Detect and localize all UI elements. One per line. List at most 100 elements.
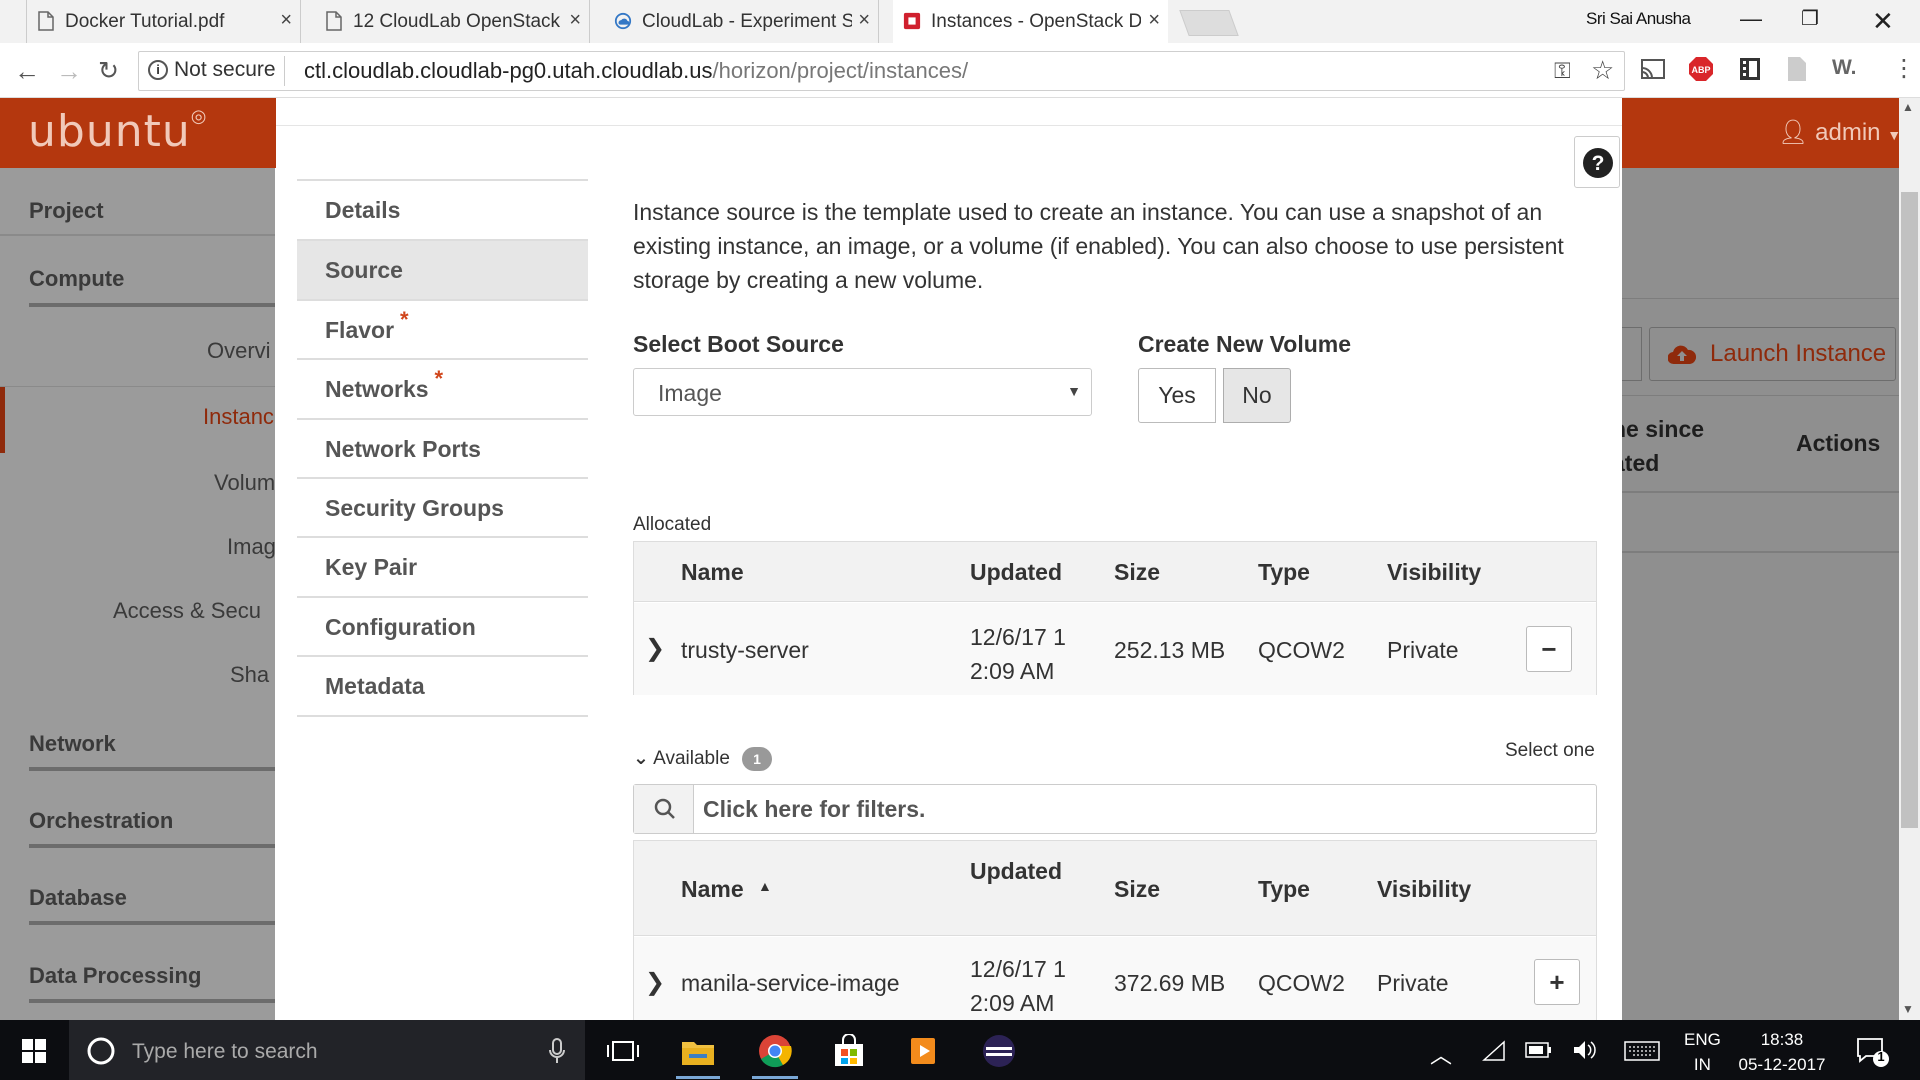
key-icon[interactable]: ⚿ bbox=[1554, 58, 1571, 84]
file-explorer-icon[interactable] bbox=[681, 1036, 715, 1066]
wizard-step-configuration[interactable]: Configuration bbox=[297, 596, 588, 656]
tab-cloudlab-openstack[interactable]: 12 CloudLab OpenStack × bbox=[315, 0, 590, 43]
show-hidden-icons[interactable]: ︿ bbox=[1430, 1038, 1452, 1070]
tab-docker-tutorial[interactable]: Docker Tutorial.pdf × bbox=[26, 0, 301, 43]
wizard-step-source[interactable]: Source bbox=[297, 239, 588, 299]
create-volume-yes-button[interactable]: Yes bbox=[1138, 368, 1216, 423]
sidebar-project[interactable]: Project bbox=[29, 198, 104, 224]
tab-instances-openstack[interactable]: Instances - OpenStack D × bbox=[893, 0, 1168, 43]
column-visibility[interactable]: Visibility bbox=[1387, 559, 1481, 586]
user-menu[interactable]: 👤︎ admin ▼ bbox=[1778, 118, 1901, 147]
task-view-icon[interactable] bbox=[607, 1040, 639, 1062]
restore-icon[interactable]: ❐ bbox=[1801, 6, 1819, 31]
scroll-down-icon[interactable]: ▼ bbox=[1902, 1002, 1914, 1016]
sidebar-data-processing[interactable]: Data Processing bbox=[29, 963, 201, 989]
wizard-step-networks[interactable]: Networks * bbox=[297, 358, 588, 418]
wizard-step-security-groups[interactable]: Security Groups bbox=[297, 477, 588, 537]
yes-label: Yes bbox=[1158, 382, 1196, 408]
column-type[interactable]: Type bbox=[1258, 559, 1310, 586]
reload-icon[interactable]: ↻ bbox=[98, 56, 119, 86]
date: 05-12-2017 bbox=[1738, 1055, 1826, 1074]
scroll-up-icon[interactable]: ▲ bbox=[1902, 100, 1914, 114]
create-volume-no-button[interactable]: No bbox=[1223, 368, 1291, 423]
row-visibility: Private bbox=[1377, 970, 1449, 996]
close-tab-icon[interactable]: × bbox=[1148, 9, 1160, 32]
boot-source-select[interactable]: Image ▼ bbox=[633, 368, 1092, 416]
battery-icon[interactable] bbox=[1525, 1041, 1553, 1059]
allocate-button[interactable]: + bbox=[1534, 959, 1580, 1005]
sidebar-item-images[interactable]: Imag bbox=[227, 534, 276, 560]
filter-placeholder[interactable]: Click here for filters. bbox=[703, 796, 925, 823]
language-line: ENG bbox=[1684, 1030, 1721, 1049]
time-since-created-header[interactable]: ne since ated bbox=[1612, 412, 1704, 480]
close-tab-icon[interactable]: × bbox=[858, 9, 870, 32]
url-text[interactable]: ctl.cloudlab.cloudlab-pg0.utah.cloudlab.… bbox=[304, 58, 968, 84]
new-tab-button[interactable] bbox=[1179, 10, 1239, 36]
store-icon[interactable] bbox=[832, 1034, 866, 1068]
launch-instance-button[interactable]: Launch Instance bbox=[1649, 327, 1896, 381]
close-tab-icon[interactable]: × bbox=[280, 9, 292, 32]
column-type[interactable]: Type bbox=[1258, 876, 1310, 903]
sidebar-orchestration[interactable]: Orchestration bbox=[29, 808, 173, 834]
wizard-step-metadata[interactable]: Metadata bbox=[297, 655, 588, 715]
film-icon[interactable] bbox=[1738, 56, 1762, 82]
pdf-extension-icon[interactable] bbox=[1786, 56, 1808, 82]
sidebar-item-instances[interactable]: Instanc bbox=[203, 404, 274, 430]
minimize-icon[interactable]: — bbox=[1740, 6, 1762, 32]
close-tab-icon[interactable]: × bbox=[569, 9, 581, 32]
cast-icon[interactable] bbox=[1640, 58, 1666, 82]
wizard-step-network-ports[interactable]: Network Ports bbox=[297, 418, 588, 478]
close-window-icon[interactable]: ✕ bbox=[1872, 6, 1894, 37]
column-size[interactable]: Size bbox=[1114, 876, 1160, 903]
more-actions-button[interactable] bbox=[1622, 327, 1642, 381]
sidebar-item-shares[interactable]: Sha bbox=[230, 662, 269, 688]
media-player-icon[interactable] bbox=[907, 1034, 941, 1068]
wizard-step-key-pair[interactable]: Key Pair bbox=[297, 536, 588, 596]
keyboard-icon[interactable] bbox=[1624, 1040, 1660, 1062]
launch-instance-label: Launch Instance bbox=[1710, 340, 1887, 367]
help-button[interactable]: ? bbox=[1574, 136, 1620, 188]
deallocate-button[interactable]: − bbox=[1526, 626, 1572, 672]
sidebar-item-volumes[interactable]: Volum bbox=[214, 470, 275, 496]
modal-header-divider bbox=[276, 125, 1622, 126]
forward-icon[interactable]: → bbox=[56, 56, 82, 87]
wizard-step-flavor[interactable]: Flavor * bbox=[297, 299, 588, 359]
expand-row-chevron-icon[interactable]: ❯ bbox=[645, 968, 665, 997]
sidebar-database[interactable]: Database bbox=[29, 885, 127, 911]
chrome-menu-icon[interactable]: ⋮ bbox=[1892, 54, 1916, 83]
available-toggle[interactable]: ⌄ Available bbox=[633, 747, 730, 770]
w-extension-icon[interactable]: W. bbox=[1832, 56, 1857, 80]
volume-icon[interactable] bbox=[1572, 1039, 1598, 1061]
browser-tab-bar: Docker Tutorial.pdf × 12 CloudLab OpenSt… bbox=[0, 0, 1920, 43]
bookmark-star-icon[interactable]: ☆ bbox=[1591, 55, 1614, 86]
column-updated[interactable]: Updated bbox=[970, 858, 1062, 885]
microphone-icon[interactable] bbox=[548, 1038, 566, 1064]
language-indicator[interactable]: ENG IN bbox=[1684, 1027, 1721, 1077]
brand-logo[interactable]: ubuntu◎ bbox=[28, 106, 207, 157]
adblock-icon[interactable]: ABP bbox=[1688, 56, 1714, 82]
time: 18:38 bbox=[1760, 1030, 1804, 1049]
column-name-sorted[interactable]: Name ▲ bbox=[681, 876, 772, 903]
scrollbar-thumb[interactable] bbox=[1901, 192, 1918, 828]
back-icon[interactable]: ← bbox=[14, 56, 40, 87]
sidebar-item-access-security[interactable]: Access & Secu bbox=[113, 598, 261, 624]
profile-name[interactable]: Sri Sai Anusha bbox=[1586, 9, 1691, 29]
eclipse-icon[interactable] bbox=[982, 1034, 1016, 1068]
step-label: Configuration bbox=[325, 613, 476, 640]
windows-start-icon[interactable] bbox=[22, 1039, 46, 1063]
sidebar-compute[interactable]: Compute bbox=[29, 266, 124, 292]
chrome-icon[interactable] bbox=[758, 1034, 792, 1068]
column-updated[interactable]: Updated bbox=[970, 559, 1062, 586]
sidebar-network[interactable]: Network bbox=[29, 731, 116, 757]
sidebar-item-overview[interactable]: Overvi bbox=[207, 338, 271, 364]
expand-row-chevron-icon[interactable]: ❯ bbox=[645, 634, 665, 663]
column-visibility[interactable]: Visibility bbox=[1377, 876, 1471, 903]
column-name[interactable]: Name bbox=[681, 559, 744, 586]
clock[interactable]: 18:38 05-12-2017 bbox=[1738, 1027, 1826, 1077]
column-size[interactable]: Size bbox=[1114, 559, 1160, 586]
network-icon[interactable] bbox=[1482, 1040, 1506, 1062]
wizard-step-details[interactable]: Details bbox=[297, 179, 588, 239]
table-divider bbox=[1622, 551, 1899, 553]
security-indicator[interactable]: i Not secure bbox=[148, 58, 276, 82]
tab-cloudlab-experiment[interactable]: CloudLab - Experiment S × bbox=[604, 0, 879, 43]
